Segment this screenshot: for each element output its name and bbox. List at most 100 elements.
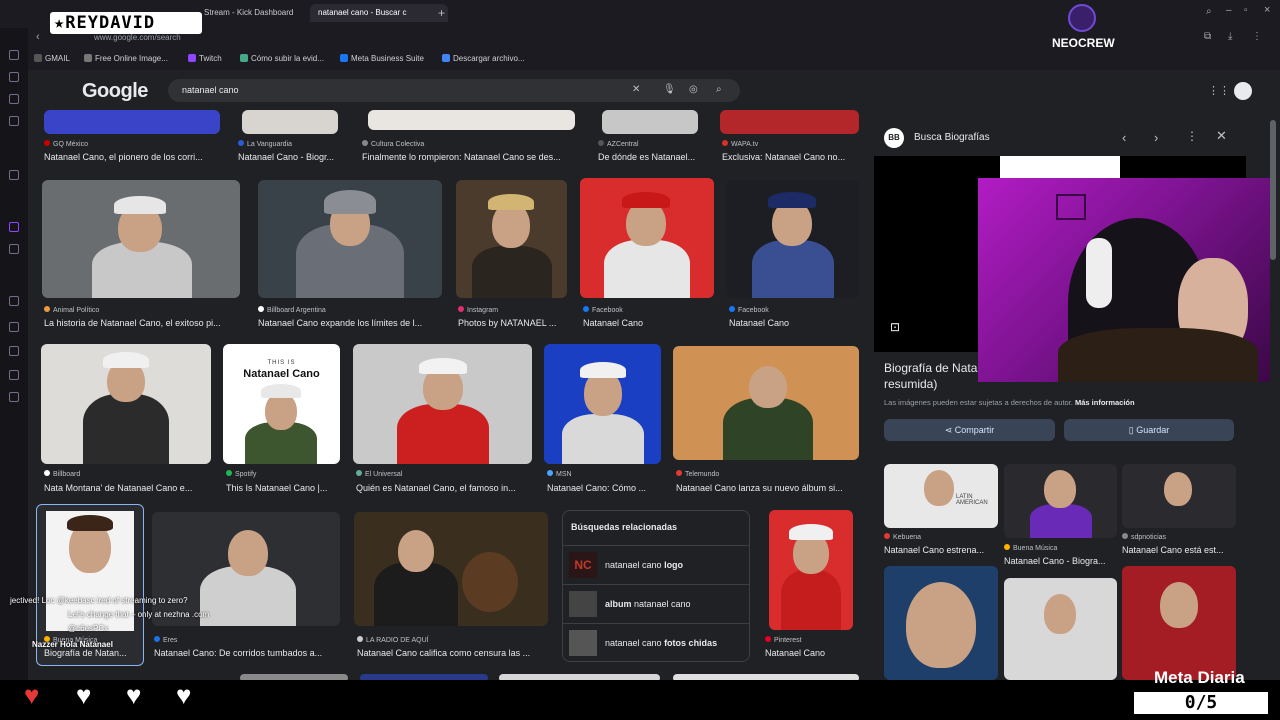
result-image[interactable]: THIS IS Natanael Cano (223, 344, 340, 464)
result-image[interactable] (42, 180, 240, 298)
clear-icon[interactable]: ✕ (632, 84, 640, 95)
panel-site-name[interactable]: Busca Biografías (914, 132, 990, 143)
avatar[interactable] (1234, 82, 1252, 100)
result-title[interactable]: Biografía de Natan... (44, 648, 140, 658)
result-title[interactable]: Exclusiva: Natanael Cano no... (722, 152, 858, 162)
settings-icon[interactable] (9, 392, 19, 402)
sidebar-icon[interactable] (9, 72, 19, 82)
mic-icon[interactable]: 🎙 (663, 84, 676, 95)
result-image[interactable] (720, 110, 859, 134)
result-title[interactable]: Natanael Cano lanza su nuevo álbum si... (676, 483, 858, 493)
result-image[interactable] (544, 344, 661, 464)
menu-icon[interactable]: ⋮ (1252, 31, 1262, 42)
minimize-icon[interactable]: – (1226, 5, 1232, 16)
related-image[interactable] (1122, 566, 1236, 680)
related-item[interactable]: NC natanael cano logo (563, 545, 749, 584)
bookmark-twitch[interactable]: Twitch (188, 54, 222, 63)
result-title[interactable]: Natanael Cano: Cómo ... (547, 483, 659, 493)
result-title[interactable]: De dónde es Natanael... (598, 152, 700, 162)
sidebar-icon[interactable] (9, 50, 19, 60)
sidebar-icon[interactable] (9, 346, 19, 356)
search-input[interactable] (168, 79, 740, 102)
lens-icon[interactable]: ◎ (689, 84, 698, 95)
result-image[interactable] (41, 344, 211, 464)
save-button[interactable]: ▯ Guardar (1064, 419, 1234, 441)
search-query[interactable]: natanael cano (182, 85, 239, 95)
prev-icon[interactable]: ‹ (1122, 130, 1126, 145)
related-image[interactable] (1004, 578, 1117, 680)
more-info-link[interactable]: Más información (1075, 398, 1135, 407)
result-title[interactable]: Natanael Cano califica como censura las … (357, 648, 547, 658)
result-image[interactable] (673, 346, 859, 460)
result-title[interactable]: Natanael Cano expande los límites de l..… (258, 318, 442, 328)
result-image[interactable] (44, 110, 220, 134)
heart-icon: ♥ (76, 680, 92, 710)
related-item[interactable]: album natanael cano (563, 584, 749, 623)
new-tab-button[interactable]: + (438, 6, 445, 20)
result-image[interactable] (456, 180, 567, 298)
sidebar-icon[interactable] (9, 94, 19, 104)
sidebar-icon[interactable] (9, 322, 19, 332)
result-image[interactable] (602, 110, 698, 134)
more-icon[interactable]: ⋮ (1186, 129, 1198, 143)
bookmark-evid[interactable]: Cómo subir la evid... (240, 54, 324, 63)
result-image[interactable] (353, 344, 532, 464)
result-title[interactable]: Natanael Cano - Biogr... (238, 152, 348, 162)
twitch-icon[interactable] (9, 222, 19, 232)
bookmark-download[interactable]: Descargar archivo... (442, 54, 525, 63)
result-image[interactable] (242, 110, 338, 134)
result-image[interactable] (354, 512, 548, 626)
close-icon[interactable]: ✕ (1216, 128, 1227, 144)
extensions-icon[interactable]: ⧉ (1204, 31, 1211, 42)
result-title[interactable]: Natanael Cano, el pionero de los corri..… (44, 152, 220, 162)
result-image[interactable] (152, 512, 340, 626)
result-image[interactable] (258, 180, 442, 298)
sidebar-icon[interactable] (9, 116, 19, 126)
result-image[interactable] (769, 510, 853, 630)
related-image[interactable] (1004, 464, 1117, 538)
result-title[interactable]: Finalmente lo rompieron: Natanael Cano s… (362, 152, 578, 162)
result-title[interactable]: La historia de Natanael Cano, el exitoso… (44, 318, 240, 328)
result-title[interactable]: Photos by NATANAEL ... (458, 318, 568, 328)
bookmark-image[interactable]: Free Online Image... (84, 54, 168, 63)
scrollbar[interactable] (1270, 120, 1276, 260)
result-title[interactable]: Natanael Cano (765, 648, 857, 658)
related-item[interactable]: natanael cano fotos chidas (563, 623, 749, 662)
tab-google-search[interactable]: natanael cano - Buscar c (310, 4, 448, 22)
related-image[interactable]: LATIN AMERICAN (884, 464, 998, 528)
maximize-icon[interactable]: ▫ (1244, 5, 1248, 16)
result-title[interactable]: Natanael Cano está est... (1122, 545, 1236, 555)
download-icon[interactable]: ⤓ (1228, 31, 1232, 42)
result-title[interactable]: Natanael Cano - Biogra... (1004, 556, 1118, 566)
bookmark-gmail[interactable]: GMAIL (34, 54, 70, 63)
search-tabs-icon[interactable]: ⌕ (1206, 6, 1212, 17)
result-image[interactable] (726, 180, 859, 298)
sidebar-icon[interactable] (9, 370, 19, 380)
share-button[interactable]: ⋖ Compartir (884, 419, 1055, 441)
result-title[interactable]: Quién es Natanael Cano, el famoso in... (356, 483, 532, 493)
related-image[interactable] (884, 566, 998, 680)
result-title[interactable]: Nata Montana' de Natanael Cano e... (44, 483, 210, 493)
x-icon[interactable] (9, 244, 19, 254)
close-window-icon[interactable]: × (1264, 4, 1270, 16)
related-image[interactable] (1122, 464, 1236, 528)
bookmark-meta[interactable]: Meta Business Suite (340, 54, 424, 63)
search-icon[interactable]: ⌕ (716, 84, 722, 95)
result-title[interactable]: Natanael Cano estrena... (884, 545, 998, 555)
back-icon[interactable]: ‹ (36, 31, 40, 43)
result-title[interactable]: Natanael Cano (729, 318, 859, 328)
result-title[interactable]: This Is Natanael Cano |... (226, 483, 340, 493)
panel-title[interactable]: Biografía de Nata resumida) (884, 360, 977, 392)
google-logo[interactable]: Google (82, 80, 148, 103)
result-image[interactable] (580, 178, 714, 298)
apps-icon[interactable]: ⋮⋮ (1208, 84, 1230, 97)
sidebar-icon[interactable] (9, 170, 19, 180)
url-field[interactable]: www.google.com/search (94, 33, 181, 42)
next-icon[interactable]: › (1154, 130, 1158, 145)
result-title[interactable]: Natanael Cano (583, 318, 713, 328)
tab-kick-dashboard[interactable]: Stream - Kick Dashboard (196, 4, 322, 22)
sidebar-icon[interactable] (9, 296, 19, 306)
lens-icon[interactable]: ⊡ (890, 320, 900, 334)
result-image[interactable] (368, 110, 575, 130)
result-title[interactable]: Natanael Cano: De corridos tumbados a... (154, 648, 340, 658)
